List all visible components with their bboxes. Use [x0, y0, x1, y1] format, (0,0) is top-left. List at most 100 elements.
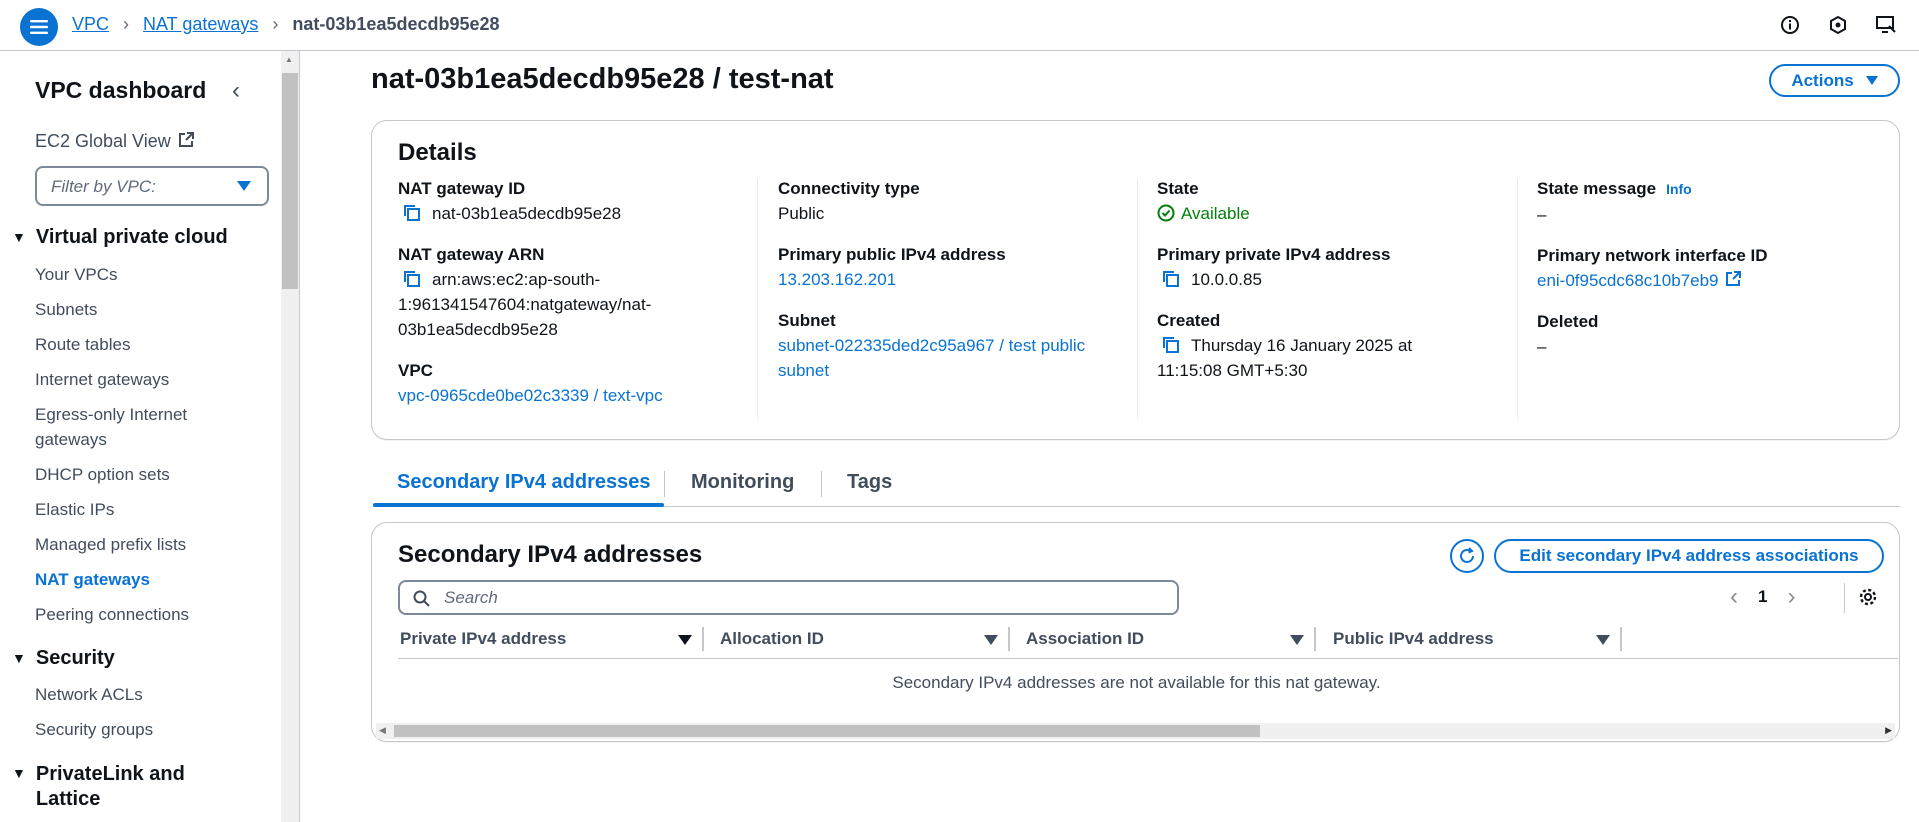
column-resizer[interactable] — [702, 627, 704, 651]
external-link-icon — [1726, 271, 1742, 286]
breadcrumb-nat-gateways-link[interactable]: NAT gateways — [143, 14, 258, 35]
subnet-link-line-1[interactable]: subnet-022335ded2c95a967 / test public — [778, 333, 1098, 358]
sidebar-item-route-tables[interactable]: Route tables — [35, 332, 235, 357]
next-page-icon[interactable]: › — [1787, 583, 1795, 611]
primary-network-interface-link[interactable]: eni-0f95cdc68c10b7eb9 — [1537, 268, 1857, 293]
tab-secondary-ipv4-addresses[interactable]: Secondary IPv4 addresses — [397, 471, 650, 494]
filter-by-vpc-select[interactable]: Filter by VPC: — [35, 166, 269, 206]
primary-network-interface-label: Primary network interface ID — [1537, 246, 1768, 265]
column-public-ipv4[interactable]: Public IPv4 address — [1333, 629, 1494, 649]
copy-icon[interactable] — [402, 269, 422, 289]
sidebar-item-dhcp-option-sets[interactable]: DHCP option sets — [35, 462, 235, 487]
sidebar-title[interactable]: VPC dashboard — [35, 77, 206, 104]
column-association-id[interactable]: Association ID — [1026, 629, 1144, 649]
scroll-up-arrow-icon[interactable]: ▲ — [285, 55, 293, 64]
nat-gateway-id-value: nat-03b1ea5decdb95e28 — [432, 204, 622, 223]
column-resizer[interactable] — [1620, 627, 1622, 651]
sort-icon[interactable] — [984, 635, 998, 645]
secondary-ipv4-title: Secondary IPv4 addresses — [398, 541, 703, 568]
sidebar-item-internet-gateways[interactable]: Internet gateways — [35, 367, 235, 392]
section-virtual-private-cloud[interactable]: ▼ Virtual private cloud — [12, 226, 228, 249]
breadcrumb-separator-icon: › — [272, 14, 279, 34]
details-panel: Details NAT gateway ID nat-03b1ea5decdb9… — [371, 120, 1900, 440]
column-resizer[interactable] — [1314, 627, 1316, 651]
actions-label: Actions — [1791, 70, 1854, 90]
info-link[interactable]: Info — [1666, 181, 1692, 197]
copy-icon[interactable] — [1161, 269, 1181, 289]
previous-page-icon[interactable]: ‹ — [1730, 583, 1738, 611]
state-label: State — [1157, 179, 1199, 198]
sort-icon[interactable] — [1290, 635, 1304, 645]
section-security[interactable]: ▼ Security — [12, 647, 115, 670]
subnet-link-line-2[interactable]: subnet — [778, 358, 1098, 383]
sidebar-item-your-vpcs[interactable]: Your VPCs — [35, 262, 235, 287]
tab-monitoring[interactable]: Monitoring — [691, 471, 794, 494]
refresh-icon — [1460, 547, 1474, 563]
column-divider — [1137, 179, 1138, 419]
state-message-label: State message — [1537, 179, 1657, 198]
section-title: PrivateLink and Lattice — [35, 763, 185, 810]
ec2-global-view-link[interactable]: EC2 Global View — [35, 131, 195, 152]
actions-button[interactable]: Actions — [1769, 64, 1900, 97]
menu-icon — [30, 20, 48, 34]
expand-triangle-icon: ▼ — [12, 229, 26, 245]
caret-down-icon — [237, 181, 251, 191]
deleted-value: – — [1537, 337, 1547, 356]
column-divider — [757, 179, 758, 419]
nat-gateway-arn-label: NAT gateway ARN — [398, 245, 545, 264]
scroll-right-arrow-icon[interactable]: ▶ — [1885, 725, 1892, 736]
state-value: Available — [1181, 204, 1250, 223]
breadcrumb-vpc-link[interactable]: VPC — [72, 14, 109, 35]
section-privatelink-and-lattice[interactable]: ▼ PrivateLink and Lattice — [12, 762, 212, 812]
gear-icon[interactable] — [1856, 585, 1880, 609]
edit-secondary-ipv4-associations-button[interactable]: Edit secondary IPv4 address associations — [1494, 539, 1884, 573]
refresh-button[interactable] — [1450, 539, 1484, 573]
security-shield-icon[interactable] — [1825, 12, 1851, 38]
column-resizer[interactable] — [1008, 627, 1010, 651]
sidebar-item-subnets[interactable]: Subnets — [35, 297, 235, 322]
column-allocation-id[interactable]: Allocation ID — [720, 629, 824, 649]
sidebar-scroll-thumb[interactable] — [282, 73, 298, 289]
details-heading: Details — [398, 139, 477, 166]
table-horizontal-scrollbar[interactable]: ◀ ▶ — [376, 723, 1895, 739]
sidebar-item-network-acls[interactable]: Network ACLs — [35, 682, 235, 707]
search-input[interactable]: Search — [398, 580, 1179, 615]
section-title: Virtual private cloud — [35, 226, 228, 248]
info-icon[interactable] — [1777, 12, 1803, 38]
primary-private-ip-value: 10.0.0.85 — [1191, 270, 1262, 289]
column-private-ipv4[interactable]: Private IPv4 address — [400, 629, 566, 649]
breadcrumb-separator-icon: › — [123, 14, 130, 34]
tab-tags[interactable]: Tags — [847, 471, 892, 494]
sidebar-item-elastic-ips[interactable]: Elastic IPs — [35, 497, 235, 522]
primary-public-ip-link[interactable]: 13.203.162.201 — [778, 267, 1098, 292]
nat-gateway-id-label: NAT gateway ID — [398, 179, 526, 198]
tab-divider — [664, 471, 665, 497]
vpc-link[interactable]: vpc-0965cde0be02c3339 / text-vpc — [398, 383, 718, 408]
sidebar-scrollbar[interactable]: ▲ — [281, 51, 299, 822]
copy-icon[interactable] — [1161, 335, 1181, 355]
sort-icon[interactable] — [678, 635, 692, 645]
sidebar-item-nat-gateways[interactable]: NAT gateways — [35, 567, 235, 592]
sidebar-item-managed-prefix-lists[interactable]: Managed prefix lists — [35, 532, 235, 557]
connectivity-type-label: Connectivity type — [778, 179, 920, 198]
hamburger-menu-button[interactable] — [20, 8, 58, 46]
page-number[interactable]: 1 — [1758, 587, 1767, 607]
feedback-screen-icon[interactable] — [1873, 12, 1899, 38]
primary-public-ip-label: Primary public IPv4 address — [778, 245, 1006, 264]
scroll-left-arrow-icon[interactable]: ◀ — [379, 725, 386, 736]
vpc-label: VPC — [398, 361, 433, 380]
sidebar-item-egress-only-internet-gateways[interactable]: Egress-only Internet gateways — [35, 402, 215, 452]
external-link-icon — [178, 132, 194, 147]
collapse-sidebar-icon[interactable]: ‹ — [232, 77, 240, 105]
sidebar-item-security-groups[interactable]: Security groups — [35, 717, 235, 742]
breadcrumb-current: nat-03b1ea5decdb95e28 — [292, 14, 500, 34]
search-icon — [413, 590, 430, 607]
sidebar-item-peering-connections[interactable]: Peering connections — [35, 602, 235, 627]
section-title: Security — [35, 647, 115, 669]
horizontal-scroll-thumb[interactable] — [394, 725, 1260, 737]
created-value-line-2: 11:15:08 GMT+5:30 — [1157, 361, 1308, 380]
sort-icon[interactable] — [1596, 635, 1610, 645]
tab-divider — [821, 471, 822, 497]
copy-icon[interactable] — [402, 203, 422, 223]
created-label: Created — [1157, 311, 1221, 330]
